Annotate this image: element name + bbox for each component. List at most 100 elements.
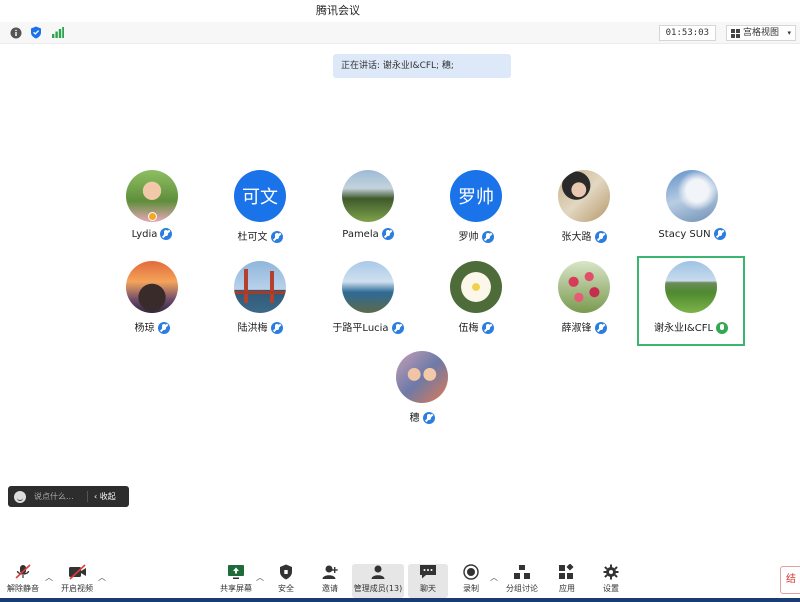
unmute-label: 解除静音 bbox=[7, 584, 39, 593]
invite-label: 邀请 bbox=[322, 584, 338, 593]
share-label: 共享屏幕 bbox=[220, 584, 252, 593]
bottom-stripe bbox=[0, 598, 800, 602]
mic-muted-icon bbox=[481, 322, 494, 334]
avatar bbox=[234, 261, 286, 313]
gear-icon bbox=[602, 564, 620, 580]
mic-muted-icon bbox=[160, 228, 173, 240]
security-label: 安全 bbox=[278, 584, 294, 593]
participant-tile[interactable]: 于路平Lucia bbox=[314, 261, 422, 351]
record-icon bbox=[462, 564, 480, 580]
chat-label: 聊天 bbox=[420, 584, 436, 593]
participant-tile[interactable]: 张大路 bbox=[530, 170, 638, 260]
participant-name: 穗 bbox=[409, 413, 420, 424]
mic-muted-icon bbox=[157, 322, 170, 334]
manage-members-button[interactable]: 管理成员(13) bbox=[352, 564, 404, 598]
grid-view-icon bbox=[731, 28, 740, 38]
avatar bbox=[665, 261, 717, 313]
shield-icon[interactable] bbox=[28, 25, 43, 40]
record-button[interactable]: 录制 bbox=[456, 564, 486, 598]
mic-muted-icon bbox=[481, 231, 494, 243]
breakout-button[interactable]: 分组讨论 bbox=[503, 564, 541, 598]
participant-name: 张大路 bbox=[561, 232, 592, 243]
collapse-chat-button[interactable]: ‹ 收起 bbox=[88, 491, 116, 502]
participant-tile[interactable]: 伍梅 bbox=[422, 261, 530, 351]
participant-name: Pamela bbox=[342, 229, 379, 240]
participant-tile[interactable]: 可文 杜可文 bbox=[206, 170, 314, 260]
mic-muted-icon bbox=[713, 228, 726, 240]
add-user-icon bbox=[321, 564, 339, 580]
participant-tile[interactable]: 杨琼 bbox=[98, 261, 206, 351]
settings-button[interactable]: 设置 bbox=[596, 564, 626, 598]
members-label: 管理成员(13) bbox=[353, 584, 403, 593]
participant-tile[interactable]: 薛淑锋 bbox=[530, 261, 638, 351]
participant-name: 谢永业I&CFL bbox=[653, 323, 714, 334]
participant-name: 杜可文 bbox=[237, 232, 268, 243]
participant-tile[interactable]: Stacy SUN bbox=[638, 170, 746, 260]
breakout-label: 分组讨论 bbox=[506, 584, 538, 593]
collapse-label: 收起 bbox=[99, 492, 116, 501]
shield-icon bbox=[277, 564, 295, 580]
participant-name: 薛淑锋 bbox=[561, 323, 592, 334]
chevron-up-icon[interactable]: ︿ bbox=[45, 572, 53, 583]
avatar bbox=[342, 170, 394, 222]
mic-muted-icon bbox=[381, 228, 394, 240]
video-label: 开启视频 bbox=[61, 584, 93, 593]
participant-tile[interactable]: 穗 bbox=[368, 351, 476, 441]
participant-name: 陆洪梅 bbox=[237, 323, 268, 334]
avatar bbox=[342, 261, 394, 313]
participant-tile[interactable]: Lydia bbox=[98, 170, 206, 260]
info-icon[interactable] bbox=[8, 25, 23, 40]
mic-muted-icon bbox=[270, 231, 283, 243]
chevron-up-icon[interactable]: ︿ bbox=[256, 572, 264, 583]
participant-name: 于路平Lucia bbox=[332, 323, 389, 334]
avatar: 罗帅 bbox=[450, 170, 502, 222]
chevron-up-icon[interactable]: ︿ bbox=[98, 572, 106, 583]
avatar bbox=[126, 170, 178, 222]
share-screen-icon bbox=[227, 564, 245, 580]
avatar bbox=[126, 261, 178, 313]
apps-label: 应用 bbox=[559, 584, 575, 593]
chat-bar: 说点什么... ‹ 收起 bbox=[8, 486, 129, 507]
chevron-down-icon: ▾ bbox=[787, 29, 791, 37]
top-toolbar: 01:53:03 宫格视图 ▾ bbox=[0, 22, 800, 44]
participant-name: 伍梅 bbox=[458, 323, 479, 334]
unmute-button[interactable]: 解除静音 bbox=[6, 564, 40, 598]
avatar bbox=[666, 170, 718, 222]
avatar: 可文 bbox=[234, 170, 286, 222]
mic-muted-icon bbox=[594, 322, 607, 334]
participant-name: Stacy SUN bbox=[658, 229, 711, 240]
chevron-up-icon[interactable]: ︿ bbox=[490, 572, 498, 583]
end-meeting-button[interactable]: 结 bbox=[780, 566, 800, 594]
view-label: 宫格视图 bbox=[743, 28, 780, 38]
view-switch-button[interactable]: 宫格视图 ▾ bbox=[726, 25, 796, 41]
invite-button[interactable]: 邀请 bbox=[314, 564, 346, 598]
mic-muted-icon bbox=[270, 322, 283, 334]
participant-tile[interactable]: 谢永业I&CFL bbox=[637, 261, 745, 351]
apps-button[interactable]: 应用 bbox=[552, 563, 582, 598]
video-button[interactable]: 开启视频 bbox=[58, 564, 96, 598]
mic-muted-icon bbox=[594, 231, 607, 243]
mic-muted-icon bbox=[422, 412, 435, 424]
participant-tile[interactable]: 陆洪梅 bbox=[206, 261, 314, 351]
participant-tile[interactable]: Pamela bbox=[314, 170, 422, 260]
record-label: 录制 bbox=[463, 584, 479, 593]
breakout-icon bbox=[513, 564, 531, 580]
bottom-toolbar: 解除静音 ︿ 开启视频 ︿ 共享屏幕 ︿ 安全 邀请 管理成员(13) 聊天 录… bbox=[0, 560, 800, 598]
participant-name: Lydia bbox=[131, 229, 158, 240]
mic-active-icon bbox=[716, 322, 729, 334]
members-icon bbox=[369, 564, 387, 580]
chat-button[interactable]: 聊天 bbox=[408, 564, 448, 598]
apps-icon bbox=[558, 563, 576, 580]
mic-muted-icon bbox=[14, 564, 32, 580]
participant-tile[interactable]: 罗帅 罗帅 bbox=[422, 170, 530, 260]
mic-muted-icon bbox=[391, 322, 404, 334]
signal-icon[interactable] bbox=[50, 25, 65, 40]
security-button[interactable]: 安全 bbox=[270, 564, 302, 598]
emoji-icon[interactable] bbox=[14, 490, 26, 503]
chat-input[interactable]: 说点什么... bbox=[34, 491, 88, 502]
chat-icon bbox=[419, 564, 437, 580]
share-screen-button[interactable]: 共享屏幕 bbox=[218, 564, 254, 598]
speaking-indicator: 正在讲话: 谢永业I&CFL; 穗; bbox=[333, 54, 511, 78]
meeting-timer: 01:53:03 bbox=[658, 25, 716, 41]
participant-name: 罗帅 bbox=[458, 232, 479, 243]
